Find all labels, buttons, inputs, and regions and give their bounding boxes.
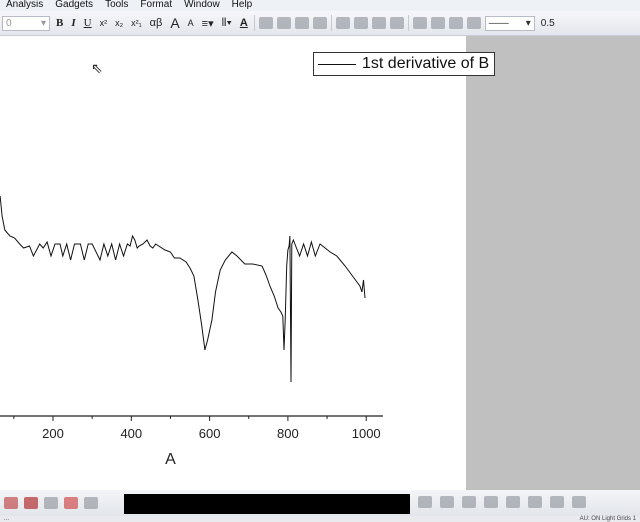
legend-line-sample bbox=[318, 63, 356, 65]
black-panel bbox=[124, 494, 410, 514]
light-icon[interactable] bbox=[466, 17, 481, 29]
3d-icon[interactable] bbox=[84, 497, 98, 509]
chevron-down-icon: ▾ bbox=[525, 17, 531, 29]
legend[interactable]: 1st derivative of B bbox=[313, 52, 495, 76]
3d-surface-icon[interactable] bbox=[462, 496, 476, 508]
x-tick-label: 1000 bbox=[352, 426, 381, 441]
series-line-0 bbox=[0, 195, 366, 383]
area-chart-icon[interactable] bbox=[24, 497, 38, 509]
line-style-combo[interactable]: —— ▾ bbox=[484, 15, 535, 31]
x-tick-label: 600 bbox=[199, 426, 221, 441]
error-bar-icon[interactable] bbox=[4, 497, 18, 509]
rotate-icon[interactable] bbox=[572, 496, 586, 508]
line-width-value[interactable]: 0.5 bbox=[539, 18, 557, 29]
rotate-icon[interactable] bbox=[550, 496, 564, 508]
page-background bbox=[466, 36, 640, 490]
mouse-cursor-icon: ⇖ bbox=[91, 60, 103, 76]
3d-toolbar bbox=[418, 496, 586, 508]
candlestick-icon[interactable] bbox=[64, 497, 78, 509]
x-tick-label: 800 bbox=[277, 426, 299, 441]
x-tick-label: 200 bbox=[42, 426, 64, 441]
3d-surface-icon[interactable] bbox=[440, 496, 454, 508]
status-left: ... bbox=[4, 516, 10, 522]
polar-icon[interactable] bbox=[44, 497, 58, 509]
bars-icon[interactable] bbox=[506, 496, 520, 508]
x-tick-label: 400 bbox=[120, 426, 142, 441]
status-right: AU: ON Light Grids 1 bbox=[579, 516, 636, 522]
panel-icon[interactable] bbox=[528, 496, 542, 508]
line-style-icon: —— bbox=[488, 17, 509, 29]
3d-surface-icon[interactable] bbox=[418, 496, 432, 508]
legend-label: 1st derivative of B bbox=[362, 55, 490, 72]
x-axis-label: A bbox=[165, 451, 176, 468]
status-bar: ... AU: ON Light Grids 1 bbox=[0, 516, 640, 522]
grid-icon[interactable] bbox=[484, 496, 498, 508]
